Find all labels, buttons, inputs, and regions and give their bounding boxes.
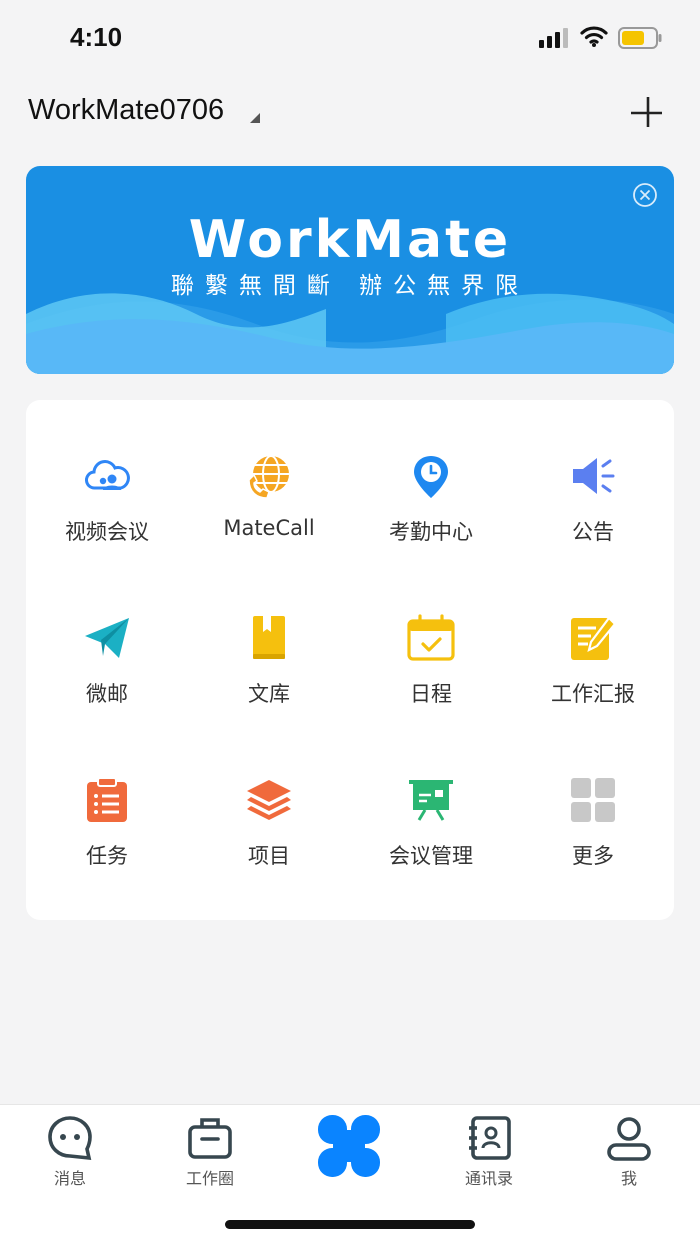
app-more[interactable]: 更多	[512, 724, 674, 886]
app-label: 任务	[86, 844, 128, 868]
app-library[interactable]: 文库	[188, 562, 350, 724]
app-attendance[interactable]: 考勤中心	[350, 400, 512, 562]
tab-work-circle[interactable]: 工作圈	[160, 1111, 260, 1191]
video-conference-icon	[85, 460, 130, 490]
app-label: 考勤中心	[389, 520, 473, 544]
banner-title: WorkMate	[188, 210, 512, 270]
layers-icon	[247, 780, 291, 820]
app-label: 视频会议	[65, 520, 149, 544]
app-label: 微邮	[86, 682, 128, 706]
calendar-icon	[407, 614, 455, 661]
location-clock-icon	[414, 456, 448, 498]
person-icon	[607, 1117, 651, 1161]
presentation-board-icon	[409, 780, 453, 821]
app-tasks[interactable]: 任务	[26, 724, 188, 886]
caret-down-icon[interactable]	[250, 113, 260, 123]
globe-phone-icon	[248, 455, 289, 499]
status-time: 4:10	[70, 22, 123, 52]
workbench-clover-icon	[318, 1115, 380, 1177]
tab-contacts[interactable]: 通讯录	[439, 1111, 539, 1191]
tab-messages[interactable]: 消息	[20, 1111, 120, 1191]
battery-icon	[618, 27, 662, 49]
tab-workbench[interactable]	[299, 1111, 399, 1191]
book-icon	[253, 616, 285, 659]
header: WorkMate0706	[0, 86, 700, 142]
app-meeting-management[interactable]: 会议管理	[350, 724, 512, 886]
app-label: 会议管理	[389, 844, 473, 868]
app-label: 工作汇报	[551, 682, 635, 706]
close-icon[interactable]	[632, 182, 658, 208]
tab-label: 消息	[53, 1169, 86, 1188]
app-micro-mail[interactable]: 微邮	[26, 562, 188, 724]
app-announcement[interactable]: 公告	[512, 400, 674, 562]
organization-switcher[interactable]: WorkMate0706	[28, 94, 224, 127]
app-video-conference[interactable]: 视频会议	[26, 400, 188, 562]
app-label: 项目	[248, 844, 290, 868]
paper-plane-icon	[85, 618, 129, 658]
tab-label: 工作圈	[185, 1169, 234, 1188]
contacts-book-icon	[469, 1116, 511, 1160]
app-label: 日程	[410, 682, 452, 706]
app-grid: 视频会议 MateCall 考勤中心 公告 微邮 文库 日程 工作汇报 任务 项…	[26, 400, 674, 920]
promo-banner[interactable]: WorkMate 聯繫無間斷 辦公無界限	[26, 166, 674, 374]
chat-bubble-icon	[48, 1116, 92, 1161]
tab-label: 通讯录	[464, 1169, 513, 1188]
tab-me[interactable]: 我	[579, 1111, 679, 1191]
wifi-icon	[580, 26, 608, 47]
app-label: MateCall	[223, 516, 315, 540]
report-edit-icon	[571, 616, 617, 660]
briefcase-icon	[188, 1118, 232, 1159]
megaphone-icon	[573, 458, 615, 494]
home-indicator[interactable]	[225, 1220, 475, 1229]
app-matecall[interactable]: MateCall	[188, 400, 350, 562]
grid-more-icon	[571, 778, 615, 822]
app-work-report[interactable]: 工作汇报	[512, 562, 674, 724]
status-bar: 4:10	[0, 0, 700, 78]
tab-label: 我	[620, 1169, 637, 1188]
app-label: 公告	[572, 520, 614, 544]
app-label: 文库	[248, 682, 290, 706]
add-button[interactable]	[626, 92, 666, 132]
app-label: 更多	[572, 844, 614, 868]
app-schedule[interactable]: 日程	[350, 562, 512, 724]
clipboard-list-icon	[87, 777, 127, 822]
app-projects[interactable]: 项目	[188, 724, 350, 886]
app-grid-card: 视频会议 MateCall 考勤中心 公告 微邮 文库 日程 工作汇报 任务 项…	[26, 400, 674, 920]
cellular-signal-icon	[539, 28, 568, 48]
banner-slogan: 聯繫無間斷 辦公無界限	[170, 273, 530, 299]
